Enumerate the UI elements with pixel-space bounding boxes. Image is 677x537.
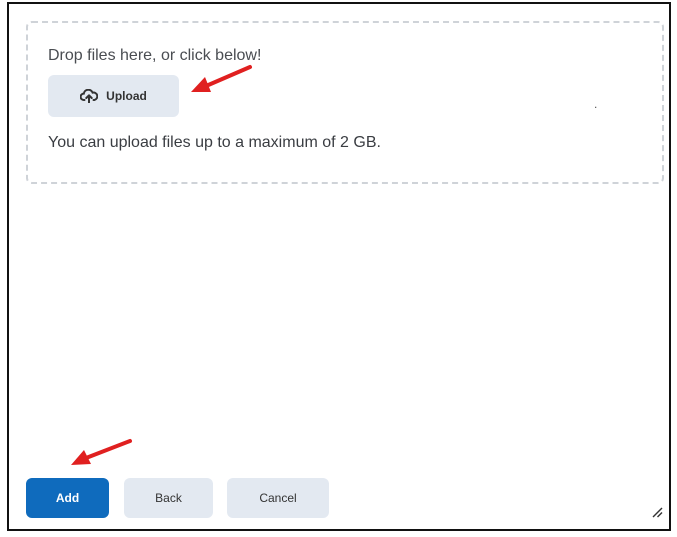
cancel-button[interactable]: Cancel [227, 478, 329, 518]
cloud-upload-icon [80, 89, 99, 103]
stray-dot: . [594, 97, 598, 111]
upload-button[interactable]: Upload [48, 75, 179, 117]
back-button[interactable]: Back [124, 478, 213, 518]
dialog-panel: Drop files here, or click below! Upload … [7, 2, 671, 531]
dropzone-instruction: Drop files here, or click below! [48, 47, 262, 64]
file-dropzone[interactable]: Drop files here, or click below! Upload … [26, 21, 664, 184]
upload-limit-text: You can upload files up to a maximum of … [48, 134, 381, 151]
upload-button-label: Upload [106, 89, 147, 103]
add-button[interactable]: Add [26, 478, 109, 518]
resize-handle-icon[interactable] [649, 504, 663, 523]
